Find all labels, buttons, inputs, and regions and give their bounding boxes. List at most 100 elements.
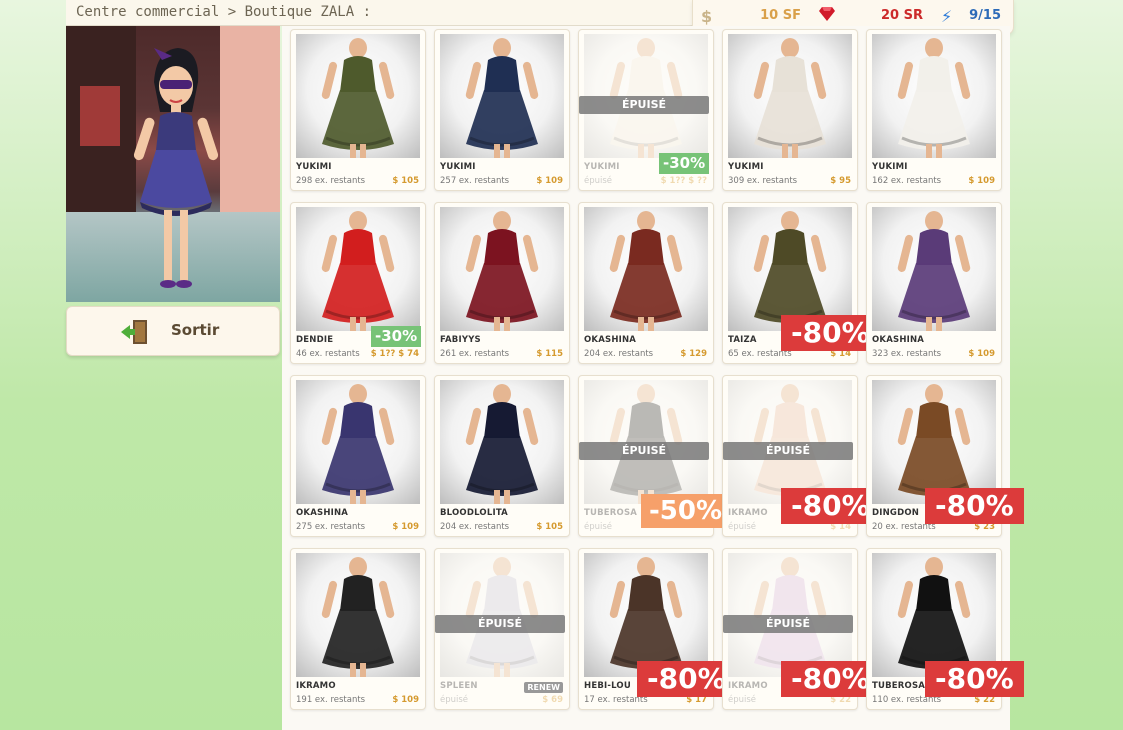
item-image [728, 207, 852, 331]
discount-badge: -80% [781, 661, 880, 697]
shop-item[interactable]: YUKIMI 162 ex. restants $ 109 [866, 29, 1002, 191]
shop-item[interactable]: DENDIE 46 ex. restants $ 1?? $ 74 -30% [290, 202, 426, 364]
item-name: IKRAMO [728, 508, 768, 518]
item-name: OKASHINA [872, 335, 925, 345]
shop-item[interactable]: OKASHINA 323 ex. restants $ 109 [866, 202, 1002, 364]
item-price: $ 1?? $ ?? [660, 176, 707, 186]
exit-button[interactable]: Sortir [66, 306, 280, 356]
item-image [872, 553, 996, 677]
item-image [584, 553, 708, 677]
soft-currency-value: 10 SF [760, 8, 801, 23]
item-name: FABIYYS [440, 335, 481, 345]
shop-item[interactable]: TUBEROSA épuisé ÉPUISÉ -50% [578, 375, 731, 537]
hard-currency-value: 20 SR [881, 8, 923, 23]
item-image [296, 380, 420, 504]
shop-item[interactable]: OKASHINA 204 ex. restants $ 129 [578, 202, 714, 364]
sold-out-banner: ÉPUISÉ [435, 615, 565, 633]
discount-badge: -80% [925, 661, 1024, 697]
item-stock: 162 ex. restants [872, 176, 942, 186]
discount-badge: -80% [781, 315, 880, 351]
shop-item[interactable]: BLOODLOLITA 204 ex. restants $ 105 [434, 375, 570, 537]
item-stock: 298 ex. restants [296, 176, 366, 186]
item-name: IKRAMO [728, 681, 768, 691]
discount-badge: -30% [659, 153, 710, 174]
shop-item[interactable]: OKASHINA 275 ex. restants $ 109 [290, 375, 426, 537]
discount-badge: -50% [641, 494, 731, 528]
item-image [872, 380, 996, 504]
item-stock: épuisé [728, 695, 757, 705]
item-stock: épuisé [728, 522, 757, 532]
exit-door-icon [121, 320, 147, 344]
shop-item[interactable]: HEBI-LOU17 ex. restants$ 17RENEW-80% [578, 548, 736, 710]
avatar [133, 48, 219, 288]
item-name: YUKIMI [728, 162, 764, 172]
discount-badge: -30% [371, 326, 422, 347]
shop-item[interactable]: SPLEEN épuisé $ 69 ÉPUISÉ RENEW [434, 548, 570, 710]
item-price: $ 105 [536, 522, 563, 532]
shop-item[interactable]: IKRAMO épuisé $ 22 ÉPUISÉ -80% [722, 548, 880, 710]
item-name: YUKIMI [584, 162, 620, 172]
item-name: YUKIMI [296, 162, 332, 172]
ruby-icon [819, 7, 835, 23]
shop-item[interactable]: TAIZA65 ex. restants$ 14RENEW-80% [722, 202, 880, 364]
item-name: IKRAMO [296, 681, 336, 691]
shop-item[interactable]: FABIYYS 261 ex. restants $ 115 [434, 202, 570, 364]
shop-item[interactable]: YUKIMI épuisé $ 1?? $ ?? ÉPUISÉ -30% [578, 29, 714, 191]
item-stock: 323 ex. restants [872, 349, 942, 359]
item-name: HEBI-LOU [584, 681, 631, 691]
item-stock: 204 ex. restants [440, 522, 510, 532]
energy-value: 9/15 [969, 8, 1001, 23]
item-name: SPLEEN [440, 681, 478, 691]
item-price: $ 105 [392, 176, 419, 186]
shop-item[interactable]: YUKIMI 309 ex. restants $ 95 [722, 29, 858, 191]
item-image [440, 380, 564, 504]
item-name: OKASHINA [296, 508, 349, 518]
item-name: YUKIMI [872, 162, 908, 172]
item-name: TUBEROSA [872, 681, 926, 691]
shop-item[interactable]: YUKIMI 298 ex. restants $ 105 [290, 29, 426, 191]
item-image [296, 34, 420, 158]
item-price: $ 69 [542, 695, 563, 705]
item-stock: épuisé [440, 695, 469, 705]
item-stock: 261 ex. restants [440, 349, 510, 359]
item-image [728, 34, 852, 158]
item-name: TUBEROSA [584, 508, 638, 518]
item-price: $ 109 [392, 522, 419, 532]
sold-out-banner: ÉPUISÉ [579, 96, 709, 114]
exit-label: Sortir [171, 321, 220, 339]
item-image [440, 207, 564, 331]
coin-icon: $ [701, 7, 713, 26]
item-price: $ 109 [392, 695, 419, 705]
breadcrumb: Centre commercial > Boutique ZALA : [66, 0, 698, 26]
item-stock: épuisé [584, 176, 613, 186]
item-stock: 191 ex. restants [296, 695, 366, 705]
item-image [440, 34, 564, 158]
item-stock: épuisé [584, 522, 613, 532]
shop-item[interactable]: TUBEROSA 110 ex. restants $ 22 -80% [866, 548, 1024, 710]
discount-badge: -80% [637, 661, 736, 697]
item-image [872, 34, 996, 158]
shop-item[interactable]: YUKIMI 257 ex. restants $ 109 [434, 29, 570, 191]
item-name: BLOODLOLITA [440, 508, 508, 518]
shop-item[interactable]: IKRAMO 191 ex. restants $ 109 [290, 548, 426, 710]
item-price: $ 95 [830, 176, 851, 186]
item-stock: 275 ex. restants [296, 522, 366, 532]
sold-out-banner: ÉPUISÉ [723, 442, 853, 460]
item-price: $ 109 [968, 176, 995, 186]
renew-badge: RENEW [524, 682, 563, 693]
item-image [584, 207, 708, 331]
discount-badge: -80% [781, 488, 880, 524]
item-image [296, 207, 420, 331]
shop-item[interactable]: IKRAMO épuisé $ 14 ÉPUISÉ -80% [722, 375, 880, 537]
item-stock: 309 ex. restants [728, 176, 798, 186]
shop-panel: YUKIMI 298 ex. restants $ 105 YUKIMI 257 ex… [282, 26, 1024, 730]
shop-item[interactable]: DINGDON 20 ex. restants $ 23 -80% [866, 375, 1024, 537]
scene-wall [220, 26, 280, 226]
lightning-icon: ⚡ [941, 7, 953, 26]
discount-badge: -80% [925, 488, 1024, 524]
item-stock: 204 ex. restants [584, 349, 654, 359]
sold-out-banner: ÉPUISÉ [723, 615, 853, 633]
sold-out-banner: ÉPUISÉ [579, 442, 709, 460]
item-price: $ 109 [968, 349, 995, 359]
item-price: $ 115 [536, 349, 563, 359]
